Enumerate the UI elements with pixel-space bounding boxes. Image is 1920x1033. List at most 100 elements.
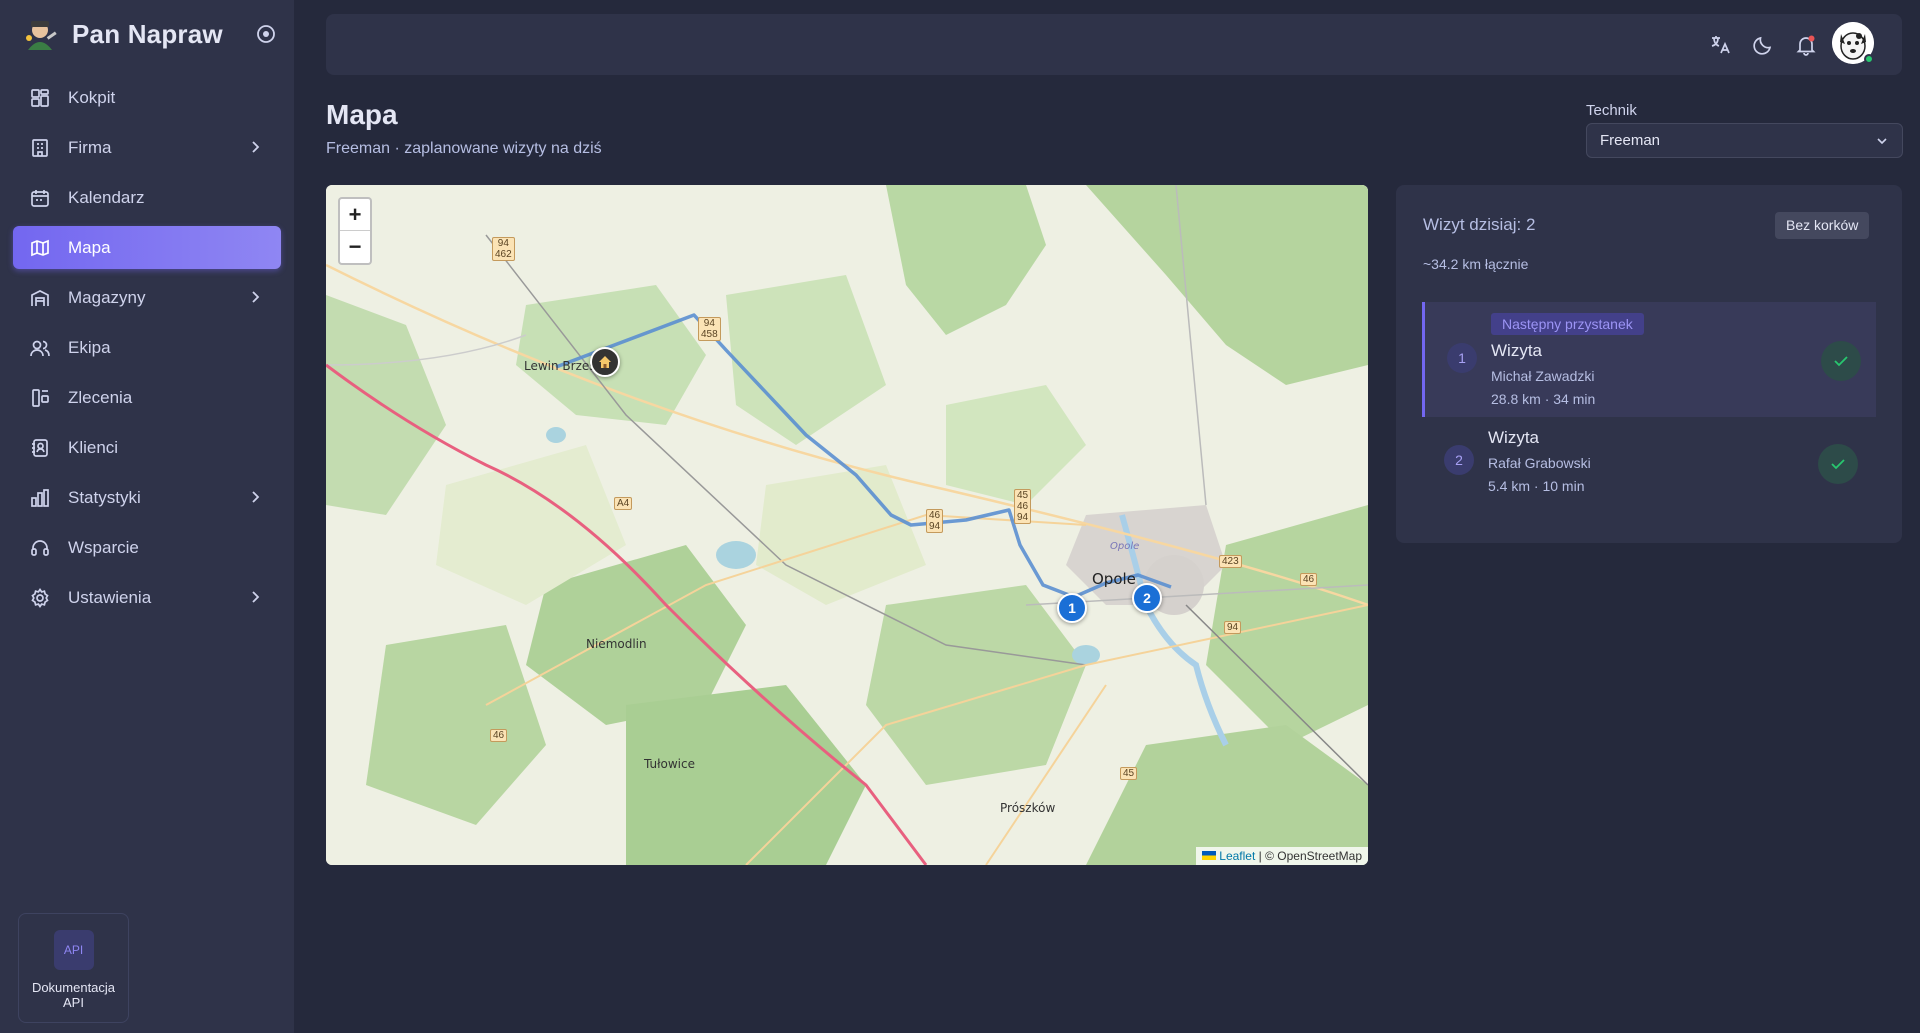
road-sign: A4	[614, 497, 633, 510]
home-marker[interactable]	[590, 347, 620, 377]
no-traffic-button[interactable]: Bez korków	[1775, 212, 1870, 239]
sidebar-item-zlecenia[interactable]: Zlecenia	[13, 376, 281, 419]
place-label: Opole	[1110, 541, 1140, 552]
visit-marker-2[interactable]: 2	[1132, 583, 1162, 613]
chevron-right-icon	[252, 291, 260, 303]
road-sign: 94	[1224, 621, 1242, 634]
ukraine-flag-icon	[1201, 851, 1216, 860]
map-attribution: Leaflet | © OpenStreetMap	[1195, 847, 1368, 865]
zoom-in-button[interactable]: +	[340, 199, 370, 231]
sidebar-item-firma[interactable]: Firma	[13, 126, 281, 169]
visit-details: 5.4 km · 10 min	[1488, 478, 1585, 494]
sidebar-nav: Kokpit Firma Kalendarz Mapa Magazyny Eki…	[13, 76, 281, 626]
sidebar-item-label: Klienci	[68, 437, 119, 457]
technician-label: Technik	[1586, 102, 1637, 119]
sidebar-item-label: Zlecenia	[68, 387, 133, 407]
orders-icon	[32, 388, 49, 407]
visits-count: Wizyt dzisiaj: 2	[1423, 215, 1536, 234]
visit-title: Wizyta	[1491, 341, 1542, 360]
api-docs-button[interactable]: API Dokumentacja API	[18, 913, 129, 1023]
sidebar-item-kalendarz[interactable]: Kalendarz	[13, 176, 281, 219]
home-icon	[599, 355, 611, 368]
technician-select[interactable]: Freeman	[1586, 123, 1903, 158]
sidebar-item-label: Magazyny	[68, 287, 146, 307]
next-stop-badge: Następny przystanek	[1491, 313, 1644, 335]
chevron-right-icon	[252, 141, 260, 153]
visit-item[interactable]: Następny przystanek 1 Wizyta Michał Zawa…	[1422, 302, 1876, 417]
road-sign: 94 462	[492, 237, 515, 261]
visits-panel: Wizyt dzisiaj: 2 Bez korków ~34.2 km łąc…	[1396, 185, 1902, 543]
zoom-control: + −	[338, 197, 372, 265]
contacts-icon	[32, 438, 48, 457]
headset-icon	[31, 539, 49, 556]
chevron-down-icon	[1877, 138, 1887, 145]
logo-icon	[26, 21, 57, 50]
calendar-icon	[31, 189, 49, 207]
road-sign: 46	[490, 729, 508, 742]
visit-details: 28.8 km · 34 min	[1491, 391, 1596, 407]
road-sign: 45 46 94	[1014, 489, 1032, 524]
visit-item[interactable]: 2 Wizyta Rafał Grabowski 5.4 km · 10 min	[1422, 421, 1876, 536]
leaflet-link[interactable]: Leaflet	[1219, 849, 1255, 863]
road-sign: 94 458	[698, 317, 721, 341]
place-label: Niemodlin	[586, 637, 647, 651]
sidebar-toggle-icon[interactable]	[256, 24, 276, 44]
sidebar-item-statystyki[interactable]: Statystyki	[13, 476, 281, 519]
zoom-out-button[interactable]: −	[340, 231, 370, 263]
visit-marker-1[interactable]: 1	[1057, 593, 1087, 623]
sidebar-item-label: Kokpit	[68, 87, 116, 107]
api-docs-label: Dokumentacja API	[31, 980, 116, 1010]
osm-attribution: | © OpenStreetMap	[1258, 849, 1362, 863]
translate-icon[interactable]	[1708, 33, 1732, 57]
page-subtitle: Freeman · zaplanowane wizyty na dziś	[326, 140, 602, 157]
dashboard-icon	[31, 88, 49, 107]
map-tiles	[326, 185, 1368, 865]
sidebar-item-wsparcie[interactable]: Wsparcie	[13, 526, 281, 569]
sidebar-item-magazyny[interactable]: Magazyny	[13, 276, 281, 319]
visit-client: Rafał Grabowski	[1488, 455, 1591, 471]
sidebar-item-label: Ekipa	[68, 337, 111, 357]
brand[interactable]: Pan Napraw	[20, 16, 223, 52]
top-bar	[326, 14, 1902, 75]
sidebar-item-label: Firma	[68, 137, 112, 157]
visit-title: Wizyta	[1488, 428, 1539, 447]
app-title: Pan Napraw	[72, 18, 223, 49]
technician-value: Freeman	[1600, 132, 1661, 149]
sidebar-item-label: Ustawienia	[68, 587, 152, 607]
sidebar-item-label: Mapa	[68, 237, 111, 257]
place-label: Tułowice	[644, 757, 695, 771]
sidebar-item-ekipa[interactable]: Ekipa	[13, 326, 281, 369]
visit-complete-button[interactable]	[1818, 444, 1858, 484]
road-sign: 423	[1219, 555, 1242, 568]
visit-client: Michał Zawadzki	[1491, 368, 1595, 384]
sidebar: Pan Napraw Kokpit Firma Kalendarz Mapa M…	[0, 0, 294, 1033]
sidebar-item-ustawienia[interactable]: Ustawienia	[13, 576, 281, 619]
sidebar-item-kokpit[interactable]: Kokpit	[13, 76, 281, 119]
api-icon: API	[53, 930, 94, 970]
chevron-right-icon	[252, 491, 260, 503]
total-distance: ~34.2 km łącznie	[1423, 256, 1529, 272]
warehouse-icon	[31, 289, 49, 306]
bell-icon[interactable]	[1794, 33, 1818, 57]
chart-icon	[31, 488, 49, 507]
map-icon	[31, 239, 49, 256]
road-sign: 46	[1300, 573, 1318, 586]
check-icon	[1834, 356, 1848, 367]
road-sign: 45	[1120, 767, 1138, 780]
sidebar-item-klienci[interactable]: Klienci	[13, 426, 281, 469]
online-status-dot	[1864, 54, 1874, 64]
sidebar-item-label: Kalendarz	[68, 187, 145, 207]
sidebar-item-label: Wsparcie	[68, 537, 139, 557]
page-title: Mapa	[326, 99, 398, 130]
sidebar-item-mapa[interactable]: Mapa	[13, 226, 281, 269]
gear-icon	[31, 587, 49, 608]
route-map[interactable]: Lewin Brzeski Opole Opole Niemodlin Tuło…	[326, 185, 1368, 865]
check-icon	[1831, 459, 1845, 470]
place-label: Prószków	[1000, 801, 1056, 815]
place-label: Opole	[1092, 570, 1136, 588]
visit-number: 1	[1447, 343, 1477, 373]
users-icon	[30, 340, 50, 356]
moon-icon[interactable]	[1751, 33, 1775, 57]
visit-complete-button[interactable]	[1821, 341, 1861, 381]
road-sign: 46 94	[926, 509, 944, 533]
